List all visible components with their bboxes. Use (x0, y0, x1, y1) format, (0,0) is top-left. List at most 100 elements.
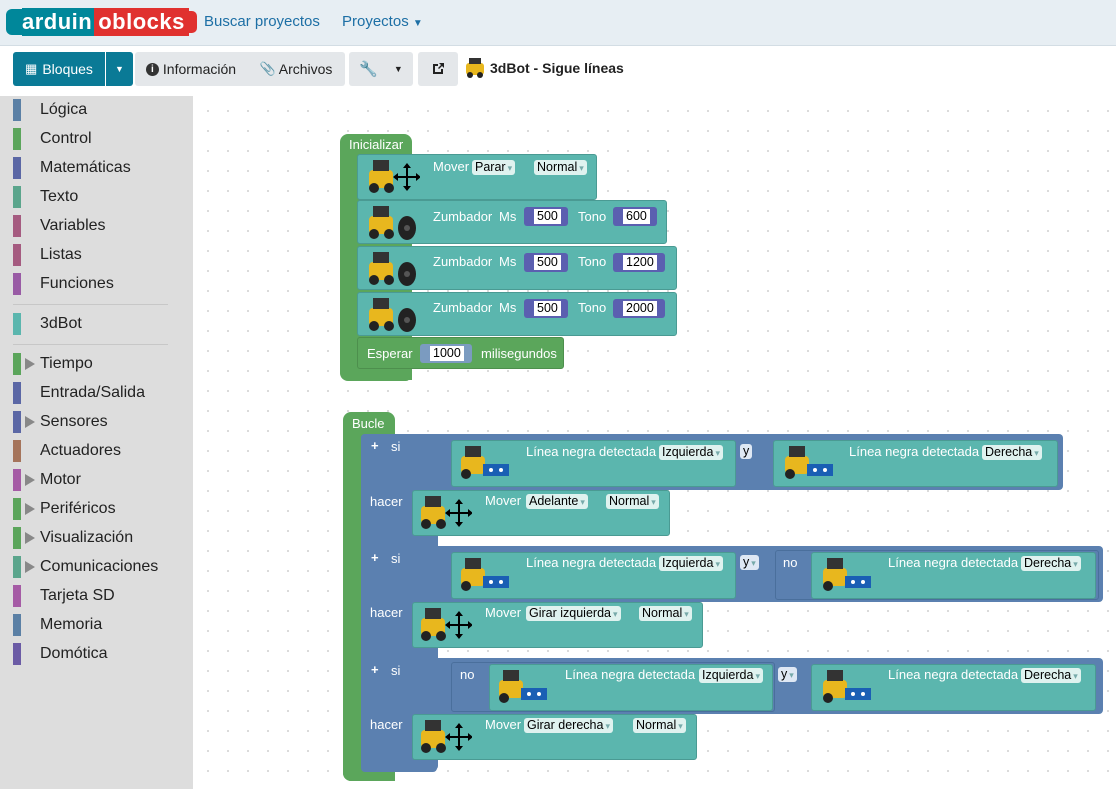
zumbador-label: Zumbador (433, 209, 493, 224)
project-title: 3dBot - Sigue líneas (490, 60, 624, 76)
share-button[interactable] (418, 52, 458, 86)
move-speed-dropdown[interactable]: Normal ▾ (534, 160, 587, 175)
archivos-button[interactable]: 📎 Archivos (247, 52, 345, 86)
mutator-plus-icon[interactable]: + (371, 438, 379, 453)
dropdown-arrow-icon: ▾ (755, 671, 760, 681)
category-3dbot[interactable]: 3dBot (13, 313, 82, 335)
tono-number-input[interactable]: 2000 (613, 299, 665, 318)
category-color-bar (13, 556, 21, 578)
category-control[interactable]: Control (13, 128, 92, 150)
sensor-side-dropdown[interactable]: Izquierda ▾ (659, 445, 723, 460)
3dbot-move-icon (421, 608, 472, 641)
expand-triangle-icon[interactable] (25, 416, 35, 428)
category-funciones[interactable]: Funciones (13, 273, 114, 295)
category-motor[interactable]: Motor (13, 469, 81, 491)
logo-text-b: oblocks (94, 8, 189, 36)
category-perifericos[interactable]: Periféricos (13, 498, 116, 520)
category-color-bar (13, 244, 21, 266)
bloques-button[interactable]: ▦ Bloques (13, 52, 105, 86)
sensor-side-dropdown[interactable]: Izquierda ▾ (699, 668, 763, 683)
category-visualizacion[interactable]: Visualización (13, 527, 133, 549)
category-label: Periféricos (40, 500, 116, 517)
expand-triangle-icon[interactable] (25, 561, 35, 573)
category-label: 3dBot (40, 315, 82, 332)
move-speed-dropdown[interactable]: Normal ▾ (633, 718, 686, 733)
wrench-icon: 🔧 (359, 61, 378, 78)
move-direction-dropdown[interactable]: Adelante ▾ (526, 494, 588, 509)
category-variables[interactable]: Variables (13, 215, 106, 237)
tono-number-input[interactable]: 1200 (613, 253, 665, 272)
category-matematicas[interactable]: Matemáticas (13, 157, 131, 179)
category-comunicaciones[interactable]: Comunicaciones (13, 556, 158, 578)
sensor-label: Línea negra detectada (849, 444, 980, 459)
and-operator-dropdown[interactable]: y ▾ (778, 667, 797, 682)
informacion-label: Información (162, 61, 237, 77)
sensor-side-dropdown[interactable]: Derecha ▾ (982, 445, 1042, 460)
esperar-label: Esperar (367, 346, 413, 361)
arduinoblocks-logo[interactable]: arduin oblocks (6, 5, 197, 39)
category-entrada-salida[interactable]: Entrada/Salida (13, 382, 145, 404)
category-texto[interactable]: Texto (13, 186, 78, 208)
category-actuadores[interactable]: Actuadores (13, 440, 121, 462)
move-speed-dropdown[interactable]: Normal ▾ (639, 606, 692, 621)
navbar: arduin oblocks Buscar proyectos Proyecto… (0, 0, 1116, 46)
move-direction-dropdown[interactable]: Parar ▾ (472, 160, 516, 175)
sensor-label: Línea negra detectada (888, 555, 1019, 570)
category-label: Control (40, 130, 92, 147)
mover-label: Mover (485, 493, 522, 508)
and-operator-dropdown[interactable]: y ▾ (740, 555, 759, 570)
informacion-button[interactable]: i Información (135, 52, 247, 86)
mover-label: Mover (433, 159, 470, 174)
zumbador-label: Zumbador (433, 300, 493, 315)
ms-value: 500 (534, 301, 561, 316)
sensor-label: Línea negra detectada (526, 444, 657, 459)
expand-triangle-icon[interactable] (25, 358, 35, 370)
category-domotica[interactable]: Domótica (13, 643, 108, 665)
expand-triangle-icon[interactable] (25, 503, 35, 515)
category-color-bar (13, 313, 21, 335)
dropdown-arrow-icon: ▾ (715, 559, 720, 569)
bloques-dropdown-button[interactable]: ▼ (106, 52, 133, 86)
3dbot-line-sensor-icon (823, 558, 871, 591)
block-category-sidebar: Lógica Control Matemáticas Texto Variabl… (0, 96, 193, 789)
bucle-label: Bucle (352, 416, 385, 431)
grid-icon: ▦ (25, 61, 38, 76)
ms-number-input[interactable]: 500 (524, 299, 568, 318)
sensor-side-dropdown[interactable]: Derecha ▾ (1021, 668, 1081, 683)
category-sensores[interactable]: Sensores (13, 411, 108, 433)
category-logica[interactable]: Lógica (13, 99, 87, 121)
logo-right-cap (188, 11, 197, 33)
nav-buscar-proyectos[interactable]: Buscar proyectos (204, 13, 320, 30)
mutator-plus-icon[interactable]: + (371, 662, 379, 677)
hacer-label: hacer (370, 605, 403, 620)
sensor-side-dropdown[interactable]: Izquierda ▾ (659, 556, 723, 571)
no-label: no (460, 667, 475, 682)
category-color-bar (13, 614, 21, 636)
category-tarjeta-sd[interactable]: Tarjeta SD (13, 585, 115, 607)
category-memoria[interactable]: Memoria (13, 614, 102, 636)
if-block-bottom (361, 760, 437, 772)
ms-label: Ms (499, 300, 517, 315)
tono-number-input[interactable]: 600 (613, 207, 657, 226)
move-speed-dropdown[interactable]: Normal ▾ (606, 494, 659, 509)
expand-triangle-icon[interactable] (25, 532, 35, 544)
tools-dropdown-button[interactable]: 🔧 ▼ (349, 52, 413, 86)
sensor-side-dropdown[interactable]: Derecha ▾ (1021, 556, 1081, 571)
ms-number-input[interactable]: 500 (524, 207, 568, 226)
3dbot-move-icon (369, 160, 420, 193)
move-direction-dropdown[interactable]: Girar derecha ▾ (524, 718, 613, 733)
category-color-bar (13, 469, 21, 491)
wait-number-input[interactable]: 1000 (420, 344, 472, 363)
ms-number-input[interactable]: 500 (524, 253, 568, 272)
nav-proyectos-dropdown[interactable]: Proyectos ▼ (342, 13, 423, 30)
3dbot-buzzer-icon (369, 206, 416, 240)
mutator-plus-icon[interactable]: + (371, 550, 379, 565)
3dbot-buzzer-icon (369, 252, 416, 286)
expand-triangle-icon[interactable] (25, 474, 35, 486)
blockly-workspace[interactable]: Inicializar Mover Parar ▾ Normal ▾ Zumbado… (193, 96, 1116, 789)
and-operator-dropdown[interactable]: y (740, 444, 753, 459)
move-direction-dropdown[interactable]: Girar izquierda ▾ (526, 606, 621, 621)
category-listas[interactable]: Listas (13, 244, 82, 266)
category-tiempo[interactable]: Tiempo (13, 353, 93, 375)
category-label: Matemáticas (40, 159, 131, 176)
